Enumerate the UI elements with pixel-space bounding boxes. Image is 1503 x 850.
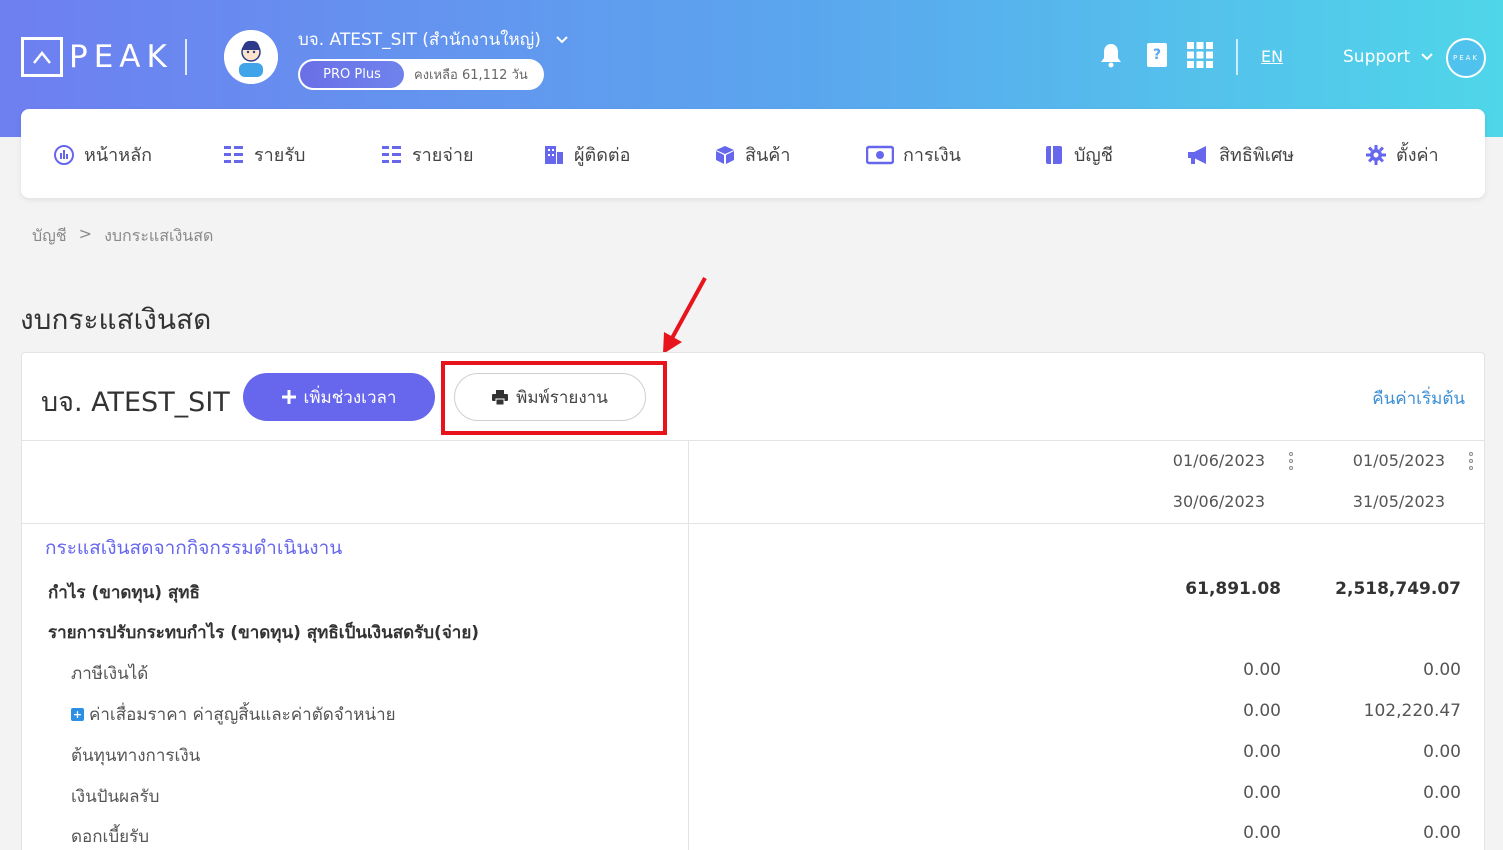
nav-item-products[interactable]: สินค้า: [714, 140, 790, 169]
header-divider: [1236, 39, 1238, 75]
company-selector[interactable]: บจ. ATEST_SIT (สำนักงานใหญ่): [298, 26, 569, 53]
nav-item-contacts[interactable]: ผู้ติดต่อ: [543, 140, 630, 169]
report-company: บจ. ATEST_SIT: [41, 387, 230, 418]
plan-name: PRO Plus: [300, 61, 404, 88]
income-icon: [224, 145, 243, 163]
expandable-row[interactable]: + ค่าเสื่อมราคา ค่าสูญสิ้นและค่าตัดจำหน่…: [71, 701, 396, 728]
language-switch[interactable]: EN: [1261, 47, 1283, 66]
report-card: บจ. ATEST_SIT เพิ่มช่วงเวลา พิมพ์รายงาน …: [21, 352, 1485, 850]
nav-item-income[interactable]: รายรับ: [223, 140, 305, 169]
row-value: 0.00: [1423, 823, 1461, 843]
main-nav: หน้าหลัก รายรับ รายจ่าย ผู้ติดต่อ สินค้า…: [21, 109, 1485, 198]
nav-item-privileges[interactable]: สิทธิพิเศษ: [1186, 140, 1294, 169]
megaphone-icon: [1188, 145, 1206, 164]
period-2-menu-icon[interactable]: [1468, 452, 1474, 470]
logo-text: PEAK: [69, 39, 173, 75]
row-value: 61,891.08: [1185, 579, 1281, 599]
nav-item-settings[interactable]: ตั้งค่า: [1365, 140, 1439, 169]
row-value: 0.00: [1423, 742, 1461, 762]
nav-label: หน้าหลัก: [84, 145, 153, 166]
nav-item-home[interactable]: หน้าหลัก: [53, 140, 152, 169]
period-2-start: 01/05/2023: [1352, 451, 1445, 470]
nav-label: การเงิน: [903, 145, 961, 166]
support-menu[interactable]: Support: [1343, 47, 1434, 67]
apps-grid-icon[interactable]: [1187, 42, 1213, 68]
nav-item-finance[interactable]: การเงิน: [866, 140, 961, 169]
gear-icon: [1366, 144, 1386, 165]
row-label: รายการปรับกระทบกำไร (ขาดทุน) สุทธิเป็นเง…: [48, 623, 480, 643]
add-period-button[interactable]: เพิ่มช่วงเวลา: [243, 373, 435, 421]
row-value: 0.00: [1423, 660, 1461, 680]
annotation-highlight-box: [441, 361, 667, 435]
breadcrumb: บัญชี > งบกระแสเงินสด: [32, 224, 213, 249]
accounting-book-icon: [1046, 145, 1062, 164]
row-value: 2,518,749.07: [1335, 579, 1461, 599]
money-icon: [866, 145, 894, 164]
chevron-down-icon: [556, 35, 568, 43]
plan-badge[interactable]: PRO Plus คงเหลือ 61,112 วัน: [298, 59, 544, 90]
row-value: 102,220.47: [1363, 701, 1461, 721]
expense-icon: [382, 145, 401, 163]
reset-defaults-link[interactable]: คืนค่าเริ่มต้น: [1372, 385, 1465, 412]
period-1-start: 01/06/2023: [1172, 451, 1265, 470]
nav-item-accounting[interactable]: บัญชี: [1043, 140, 1113, 169]
breadcrumb-current: งบกระแสเงินสด: [104, 226, 214, 245]
divider: [688, 440, 689, 850]
breadcrumb-parent[interactable]: บัญชี: [32, 224, 67, 249]
nav-label: บัญชี: [1074, 145, 1113, 166]
section-title: กระแสเงินสดจากกิจกรรมดำเนินงาน: [45, 537, 343, 559]
svg-text:?: ?: [1153, 47, 1161, 63]
divider: [22, 523, 1484, 524]
nav-label: รายรับ: [254, 145, 306, 166]
company-avatar[interactable]: [224, 30, 278, 84]
divider: [22, 440, 1484, 441]
row-label: ค่าเสื่อมราคา ค่าสูญสิ้นและค่าตัดจำหน่าย: [89, 705, 396, 725]
row-label: เงินปันผลรับ: [71, 787, 160, 807]
nav-label: สิทธิพิเศษ: [1219, 145, 1295, 166]
user-menu-avatar[interactable]: PEAK: [1446, 38, 1486, 78]
dashboard-icon: [54, 144, 74, 165]
row-label: กำไร (ขาดทุน) สุทธิ: [48, 583, 200, 603]
nav-label: รายจ่าย: [412, 145, 474, 166]
plus-icon: [281, 390, 296, 404]
nav-item-expense[interactable]: รายจ่าย: [381, 140, 474, 169]
nav-label: ตั้งค่า: [1396, 145, 1439, 166]
row-value: 0.00: [1243, 701, 1281, 721]
help-book-icon[interactable]: ?: [1144, 42, 1170, 68]
row-label: ต้นทุนทางการเงิน: [71, 746, 201, 766]
plan-remaining: คงเหลือ 61,112 วัน: [414, 68, 528, 83]
contacts-icon: [545, 145, 563, 164]
nav-label: สินค้า: [745, 145, 791, 166]
row-value: 0.00: [1243, 823, 1281, 843]
row-value: 0.00: [1423, 783, 1461, 803]
breadcrumb-separator: >: [78, 224, 93, 243]
support-label: Support: [1343, 47, 1411, 67]
row-label: ภาษีเงินได้: [71, 664, 149, 684]
annotation-arrow-icon: [663, 277, 707, 354]
add-period-label: เพิ่มช่วงเวลา: [303, 387, 397, 407]
row-label: ดอกเบี้ยรับ: [71, 827, 150, 847]
logo-mark-icon: [21, 37, 63, 77]
chevron-down-icon: [1421, 53, 1433, 61]
header-divider: [185, 39, 187, 75]
expand-plus-icon[interactable]: +: [71, 708, 84, 721]
row-value: 0.00: [1243, 742, 1281, 762]
period-2-end: 31/05/2023: [1352, 492, 1445, 511]
peak-logo[interactable]: PEAK: [21, 37, 173, 77]
nav-label: ผู้ติดต่อ: [574, 145, 631, 166]
product-box-icon: [716, 145, 734, 164]
row-value: 0.00: [1243, 660, 1281, 680]
bell-icon[interactable]: [1098, 42, 1124, 68]
period-1-end: 30/06/2023: [1172, 492, 1265, 511]
company-name: บจ. ATEST_SIT (สำนักงานใหญ่): [298, 30, 541, 50]
row-value: 0.00: [1243, 783, 1281, 803]
page-title: งบกระแสเงินสด: [20, 303, 212, 336]
